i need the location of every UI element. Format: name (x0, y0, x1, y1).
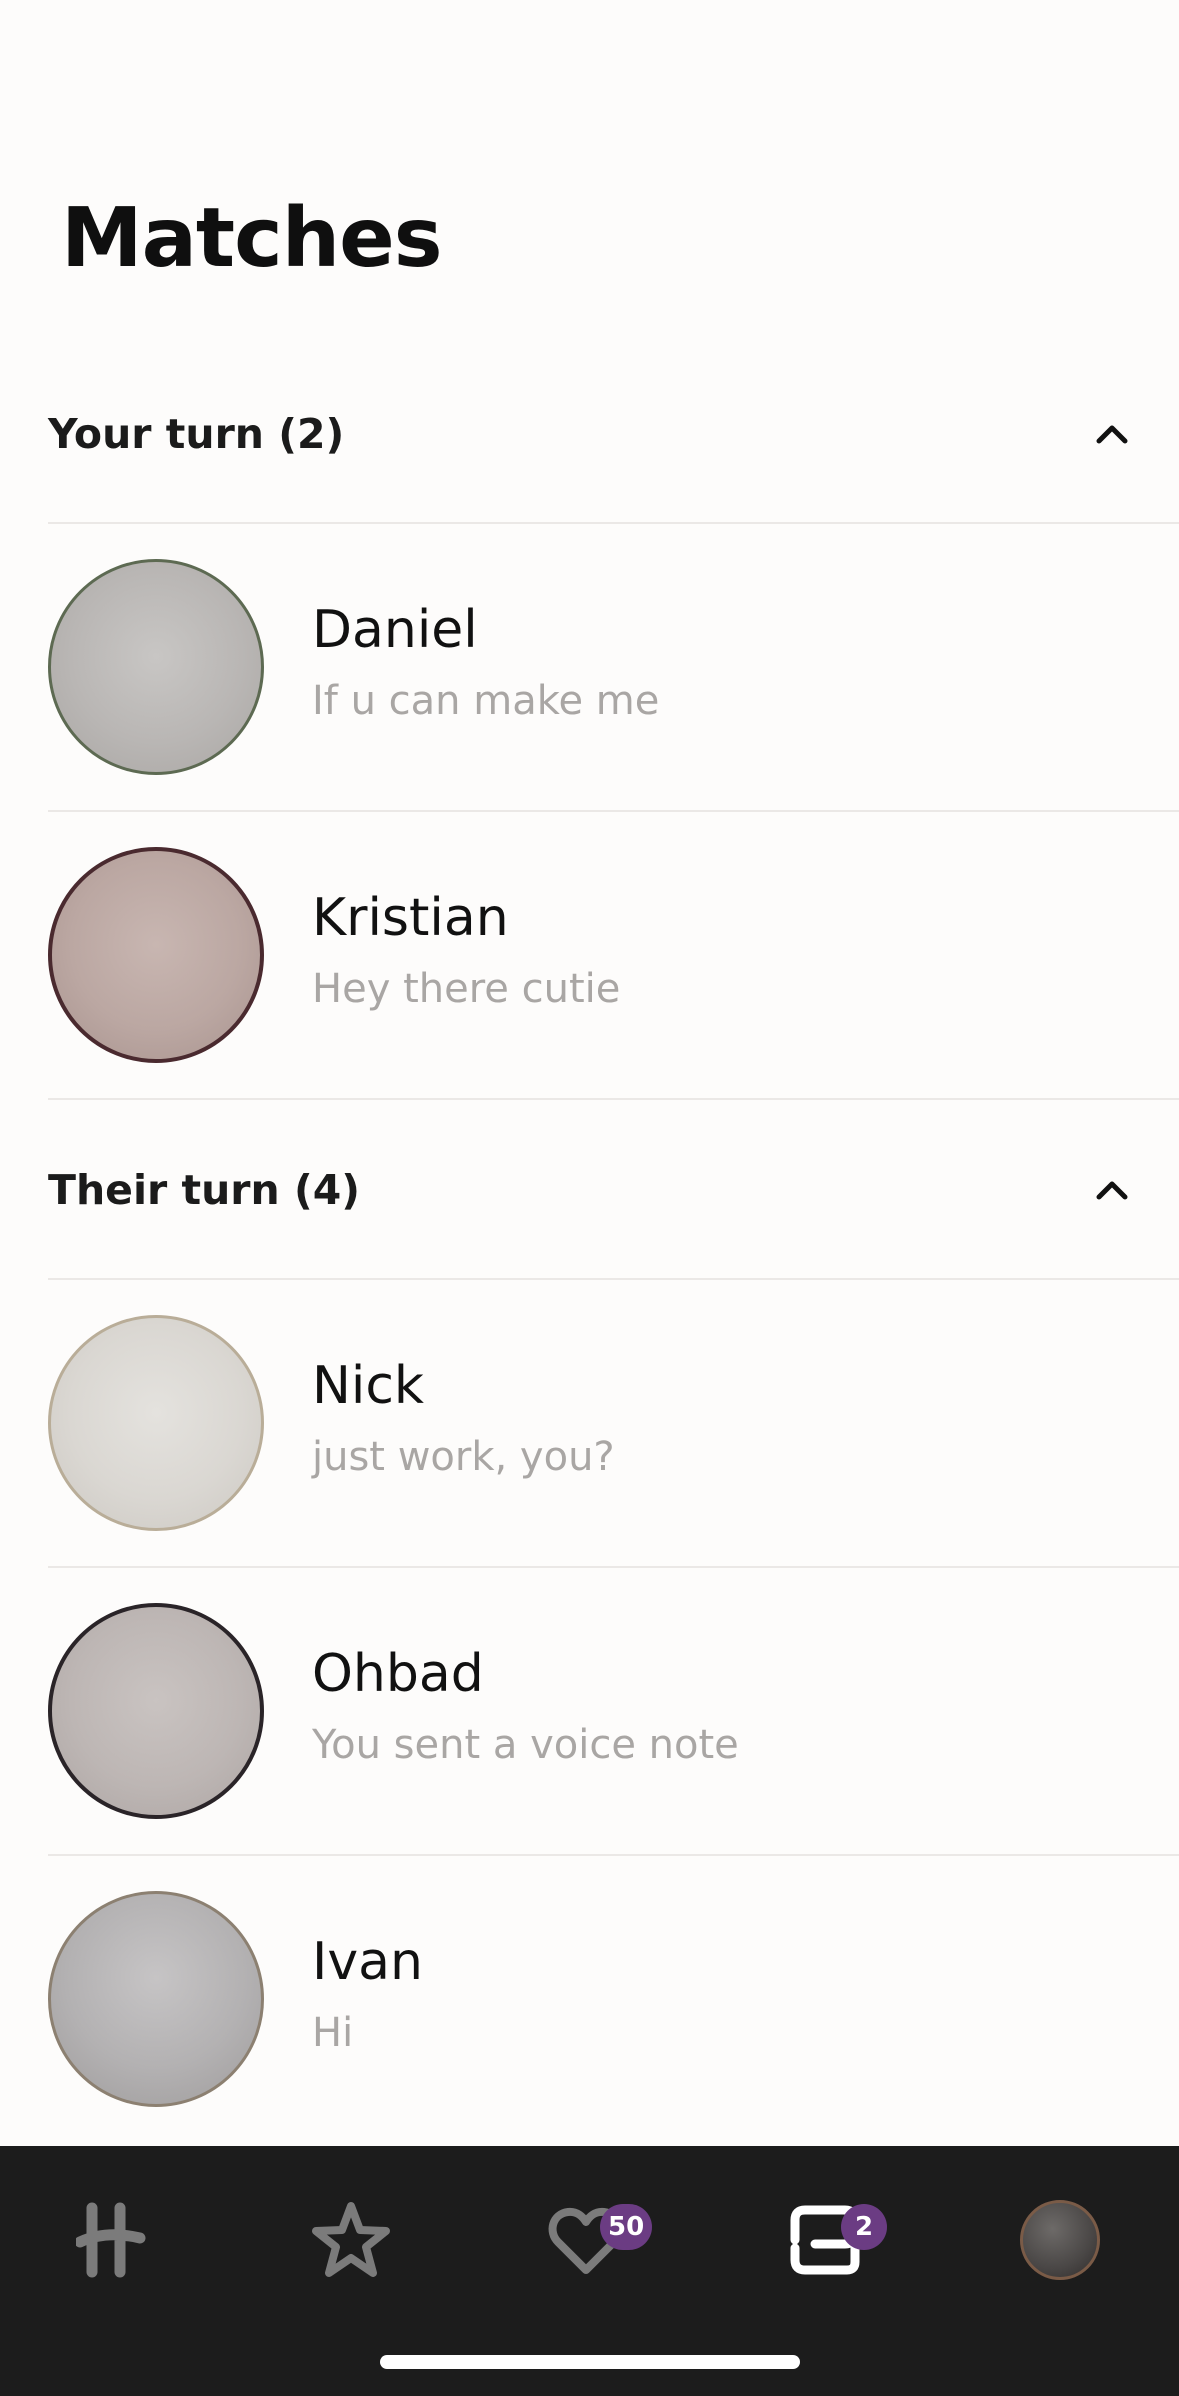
match-name: Daniel (312, 600, 478, 660)
tab-likes-you[interactable]: 50 (526, 2182, 653, 2298)
match-row-daniel[interactable]: Daniel If u can make me (48, 523, 1179, 811)
match-row-kristian[interactable]: Kristian Hey there cutie (48, 811, 1179, 1099)
avatar (48, 559, 264, 775)
section-header-your-turn[interactable]: Your turn (2) (48, 374, 1179, 494)
avatar (48, 847, 264, 1063)
message-preview: You sent a voice note (312, 1722, 739, 1768)
avatar (48, 1315, 264, 1531)
section-label: Your turn (2) (48, 410, 345, 458)
star-icon (312, 2202, 390, 2277)
tab-matches[interactable]: 2 (765, 2182, 887, 2298)
match-name: Ivan (312, 1932, 423, 1992)
message-preview: Hi (312, 2010, 354, 2056)
chevron-up-icon[interactable] (1095, 1179, 1129, 1201)
match-name: Nick (312, 1356, 425, 1416)
match-name: Ohbad (312, 1644, 484, 1704)
matches-count-badge: 2 (841, 2204, 887, 2250)
section-header-their-turn[interactable]: Their turn (4) (48, 1130, 1179, 1250)
page-title: Matches (61, 191, 443, 286)
divider (48, 1098, 1179, 1100)
match-row-ohbad[interactable]: Ohbad You sent a voice note (48, 1567, 1179, 1855)
likes-count-badge: 50 (600, 2204, 653, 2250)
tab-profile[interactable] (1000, 2182, 1120, 2298)
tab-standouts[interactable] (291, 2182, 411, 2298)
match-row-nick[interactable]: Nick just work, you? (48, 1279, 1179, 1567)
message-preview: just work, you? (312, 1434, 615, 1480)
hinge-logo-icon (76, 2202, 146, 2278)
profile-avatar (1020, 2200, 1100, 2280)
message-preview: If u can make me (312, 678, 660, 724)
tab-discover[interactable] (56, 2182, 176, 2298)
home-indicator[interactable] (380, 2355, 800, 2369)
avatar (48, 1891, 264, 2107)
section-label: Their turn (4) (48, 1166, 360, 1214)
message-preview: Hey there cutie (312, 966, 621, 1012)
avatar (48, 1603, 264, 1819)
chevron-up-icon[interactable] (1095, 423, 1129, 445)
match-name: Kristian (312, 888, 509, 948)
match-row-ivan[interactable]: Ivan Hi (48, 1855, 1179, 2143)
